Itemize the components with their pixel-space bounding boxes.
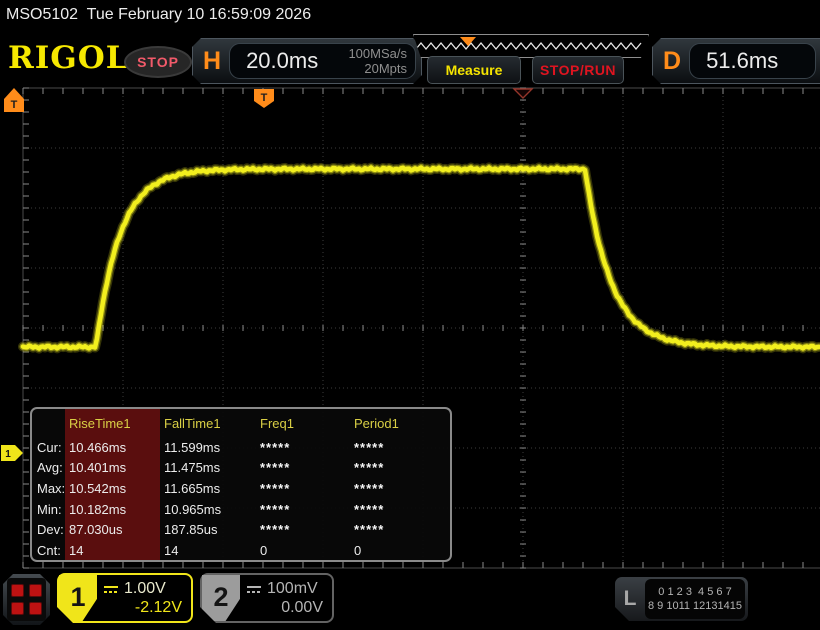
oscilloscope-screen: MSO5102 Tue February 10 16:59:09 2026 RI… [0,0,820,630]
cell: 10.965ms [160,499,256,520]
cell: 0 [350,540,450,561]
dc-coupling-icon [246,584,262,594]
channel1-number: 1 [70,582,85,613]
channel1-badge[interactable]: 1 1.00V -2.12V [57,573,193,623]
row-label: Avg: [32,458,65,479]
cell: 14 [160,540,256,561]
channel2-tab: 2 [202,575,240,621]
ch1-ground-marker-icon[interactable]: 1 [1,445,23,461]
digital-channels-row1: 0 1 2 3 4 5 6 7 [645,585,745,599]
cell: ***** [256,499,350,520]
cell: 11.665ms [160,478,256,499]
cell: ***** [350,478,450,499]
col-header-falltime[interactable]: FallTime1 [160,409,256,437]
cell: 87.030us [65,519,160,540]
logic-analyzer-badge[interactable]: L 0 1 2 3 4 5 6 7 8 9 1011 12131415 [615,577,748,621]
cell: ***** [350,499,450,520]
row-label: Cur: [32,437,65,458]
dc-coupling-icon [103,584,119,594]
row-label: Min: [32,499,65,520]
row-label: Max: [32,478,65,499]
channel2-offset: 0.00V [240,599,332,617]
cell: ***** [256,437,350,458]
trigger-position-marker-icon[interactable]: T [254,89,274,108]
grid-squares-icon [7,578,46,621]
channel1-tab: 1 [59,575,97,621]
cell: 11.599ms [160,437,256,458]
svg-text:T: T [11,99,18,111]
cell: ***** [350,519,450,540]
cell: 10.401ms [65,458,160,479]
cell: ***** [256,519,350,540]
cell: ***** [256,458,350,479]
cell: 11.475ms [160,458,256,479]
cell: 187.85us [160,519,256,540]
digital-channels-row2: 8 9 1011 12131415 [645,599,745,613]
row-label: Cnt: [32,540,65,561]
cell: 10.182ms [65,499,160,520]
cell: ***** [350,437,450,458]
cell: ***** [350,458,450,479]
row-label: Dev: [32,519,65,540]
cell: 0 [256,540,350,561]
measurement-table[interactable]: RiseTime1 FallTime1 Freq1 Period1 Cur: 1… [30,407,452,562]
cell: ***** [256,478,350,499]
quick-menu-button[interactable] [3,574,50,625]
channel1-scale: 1.00V [124,580,166,598]
channel2-scale: 100mV [267,580,318,598]
col-header-risetime[interactable]: RiseTime1 [65,409,160,437]
screen-center-marker-icon [514,89,532,98]
col-header-period[interactable]: Period1 [350,409,450,437]
channel2-number: 2 [213,582,228,613]
col-header-freq[interactable]: Freq1 [256,409,350,437]
channel2-badge[interactable]: 2 100mV 0.00V [200,573,334,623]
svg-text:1: 1 [5,449,11,460]
digital-channel-list: 0 1 2 3 4 5 6 7 8 9 1011 12131415 [645,579,745,619]
channel1-offset: -2.12V [97,599,191,617]
svg-text:T: T [261,92,268,104]
cell: 10.466ms [65,437,160,458]
trigger-level-marker-icon[interactable]: T [4,88,24,112]
cell: 10.542ms [65,478,160,499]
cell: 14 [65,540,160,561]
ch1-trace [23,168,819,349]
